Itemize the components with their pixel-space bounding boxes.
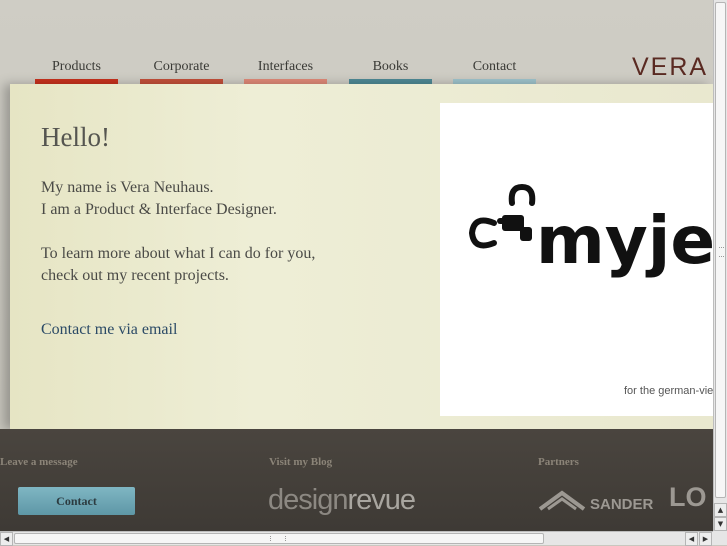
nav-item-products[interactable]: Products xyxy=(35,58,118,84)
leave-message-heading: Leave a message xyxy=(0,456,78,468)
vertical-scroll-thumb[interactable] xyxy=(715,2,726,498)
scroll-left-arrow-icon[interactable]: ◀ xyxy=(685,532,698,546)
scroll-down-arrow-icon[interactable]: ▼ xyxy=(714,517,727,531)
main-panel: Hello! My name is Vera Neuhaus. I am a P… xyxy=(10,84,713,429)
showcase-caption: for the german-vie xyxy=(624,385,713,397)
email-link[interactable]: Contact me via email xyxy=(41,321,177,339)
footer: Leave a message Contact Visit my Blog de… xyxy=(0,429,713,531)
vertical-scrollbar[interactable]: ▲ ▼ xyxy=(713,0,727,531)
contact-button[interactable]: Contact xyxy=(18,487,135,515)
scroll-up-arrow-icon[interactable]: ▲ xyxy=(714,503,727,517)
nav-label: Books xyxy=(372,59,409,74)
partner-sander-text: SANDER xyxy=(590,496,654,513)
nav-item-interfaces[interactable]: Interfaces xyxy=(244,58,327,84)
scroll-right-arrow-icon[interactable]: ▶ xyxy=(699,532,712,546)
blog-logo[interactable]: designrevue xyxy=(268,484,416,517)
partner-sander-logo[interactable]: SANDER xyxy=(538,487,653,520)
horizontal-scroll-thumb[interactable] xyxy=(14,533,544,544)
intro-line: To learn more about what I can do for yo… xyxy=(41,245,316,262)
page: Products Corporate Interfaces Books Cont… xyxy=(0,0,713,531)
nav-label: Interfaces xyxy=(257,59,314,74)
partners-heading: Partners xyxy=(538,456,579,468)
intro-line: check out my recent projects. xyxy=(41,267,229,284)
nav-item-contact[interactable]: Contact xyxy=(453,58,536,84)
intro-line: I am a Product & Interface Designer. xyxy=(41,201,277,218)
nav-item-books[interactable]: Books xyxy=(349,58,432,84)
showcase-logo-text: myje xyxy=(536,202,713,279)
horizontal-scrollbar[interactable]: ◀ ◀ ▶ xyxy=(0,531,713,546)
myje-logo-image: myje xyxy=(468,183,713,279)
intro-text: My name is Vera Neuhaus. I am a Product … xyxy=(41,177,421,287)
blog-logo-bold: design xyxy=(268,484,348,516)
scroll-left-arrow-icon[interactable]: ◀ xyxy=(0,532,13,546)
partner-lo-logo[interactable]: LO xyxy=(669,482,707,513)
nav-label: Products xyxy=(52,59,101,74)
nav-item-corporate[interactable]: Corporate xyxy=(140,58,223,84)
blog-heading: Visit my Blog xyxy=(269,456,333,468)
scrollbar-corner xyxy=(713,531,727,545)
nav-label: Corporate xyxy=(153,59,210,74)
house-icon xyxy=(538,490,586,511)
site-logo[interactable]: VERA xyxy=(632,53,708,82)
nav-label: Contact xyxy=(472,59,517,74)
blog-logo-thin: revue xyxy=(347,484,416,516)
page-title: Hello! xyxy=(41,122,110,152)
intro-line: My name is Vera Neuhaus. xyxy=(41,179,214,196)
project-showcase[interactable]: myje for the german-vie xyxy=(440,103,713,416)
